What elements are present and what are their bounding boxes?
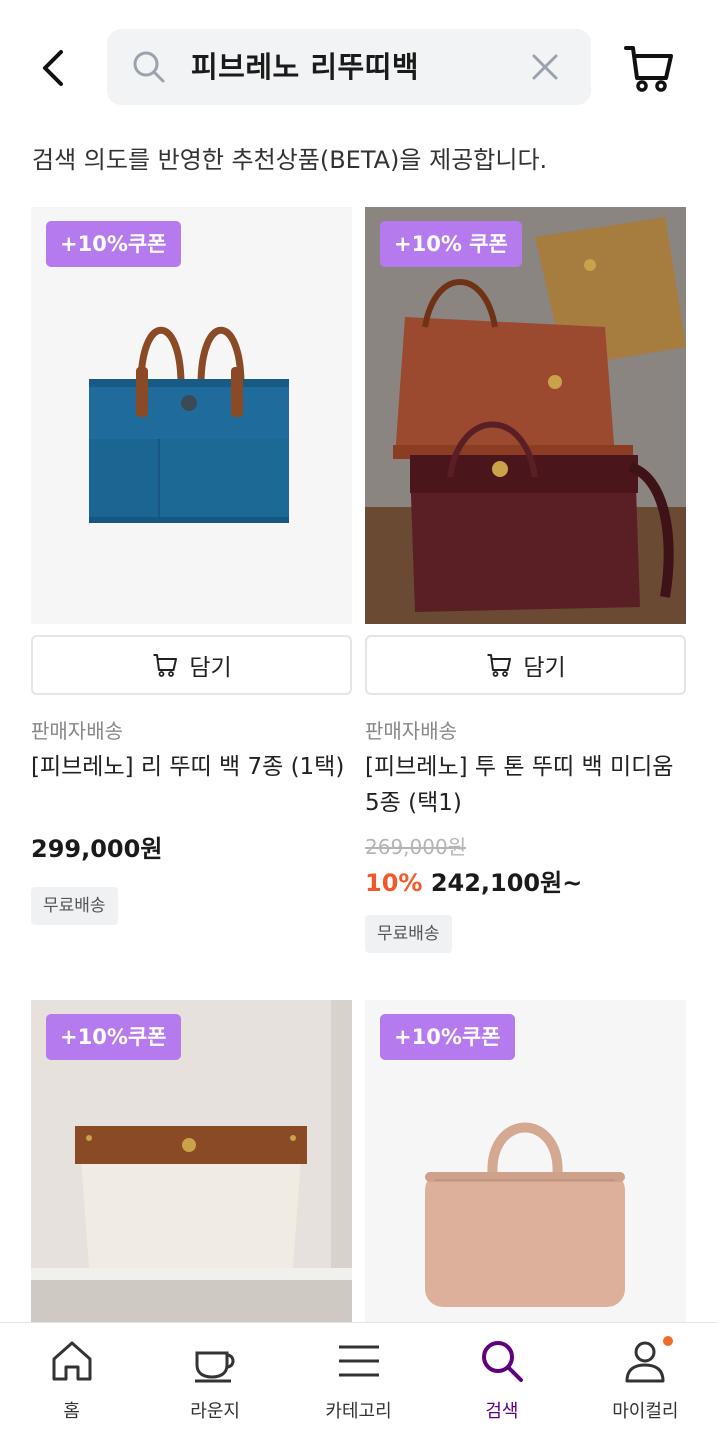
search-input[interactable]: 피브레노 리뚜띠백 (107, 29, 591, 105)
seller-type: 판매자배송 (31, 719, 123, 743)
product-price: 242,100원~ (430, 869, 583, 897)
coupon-badge: +10%쿠폰 (380, 1014, 515, 1060)
product-price: 299,000원 (31, 835, 163, 863)
close-icon[interactable] (529, 51, 561, 83)
menu-icon (338, 1345, 379, 1377)
nav-category[interactable]: 카테고리 (287, 1323, 430, 1440)
bottom-navigation: 홈 라운지 카테고리 검색 마이컬리 (0, 1322, 717, 1440)
add-to-cart-button[interactable]: 담기 (365, 635, 686, 695)
coffee-cup-icon (195, 1351, 235, 1383)
seller-type: 판매자배송 (365, 719, 457, 743)
cart-button[interactable] (622, 42, 676, 94)
blue-tote-bag-illustration (89, 326, 289, 523)
free-shipping-badge: 무료배송 (31, 887, 118, 925)
nav-category-label: 카테고리 (325, 1401, 392, 1422)
product-image[interactable]: +10%쿠폰 (31, 1000, 352, 1322)
nav-lounge-label: 라운지 (190, 1401, 240, 1422)
nav-home[interactable]: 홈 (0, 1323, 143, 1440)
nav-home-label: 홈 (63, 1401, 80, 1422)
chevron-left-icon (43, 50, 63, 86)
cart-icon (624, 46, 673, 92)
coupon-badge: +10%쿠폰 (46, 221, 181, 267)
add-to-cart-label: 담기 (523, 655, 566, 681)
coupon-badge: +10%쿠폰 (46, 1014, 181, 1060)
recommendation-notice: 검색 의도를 반영한 추천상품(BETA)을 제공합니다. (32, 146, 548, 174)
product-title[interactable]: [피브레노] 리 뚜띠 백 7종 (1택) (31, 749, 352, 785)
cart-icon (487, 654, 512, 677)
cart-icon (153, 654, 178, 677)
product-image[interactable]: +10%쿠폰 (31, 207, 352, 624)
search-icon (133, 51, 165, 83)
coupon-badge: +10% 쿠폰 (380, 221, 522, 267)
search-query-text: 피브레노 리뚜띠백 (191, 50, 420, 84)
free-shipping-badge: 무료배송 (365, 915, 452, 953)
user-icon (625, 1341, 665, 1383)
nav-mykurly-label: 마이컬리 (612, 1401, 679, 1422)
notification-dot (663, 1336, 674, 1346)
product-title[interactable]: [피브레노] 투 톤 뚜띠 백 미디움 5종 (택1) (365, 749, 686, 821)
add-to-cart-label: 담기 (189, 655, 232, 681)
back-button[interactable] (30, 44, 78, 92)
nav-search-label: 검색 (485, 1401, 519, 1422)
sale-price-row: 10% 242,100원~ (365, 863, 582, 898)
product-image[interactable]: +10%쿠폰 (365, 1000, 686, 1322)
search-icon (481, 1341, 523, 1382)
nav-lounge[interactable]: 라운지 (143, 1323, 286, 1440)
product-image[interactable]: +10% 쿠폰 (365, 207, 686, 624)
add-to-cart-button[interactable]: 담기 (31, 635, 352, 695)
header: 피브레노 리뚜띠백 (0, 0, 717, 130)
discount-rate: 10% (365, 869, 423, 897)
nav-mykurly[interactable]: 마이컬리 (574, 1323, 717, 1440)
home-icon (52, 1341, 92, 1381)
nav-search[interactable]: 검색 (430, 1323, 573, 1440)
original-price: 269,000원 (365, 835, 467, 859)
stacked-bags-illustration (365, 207, 686, 624)
